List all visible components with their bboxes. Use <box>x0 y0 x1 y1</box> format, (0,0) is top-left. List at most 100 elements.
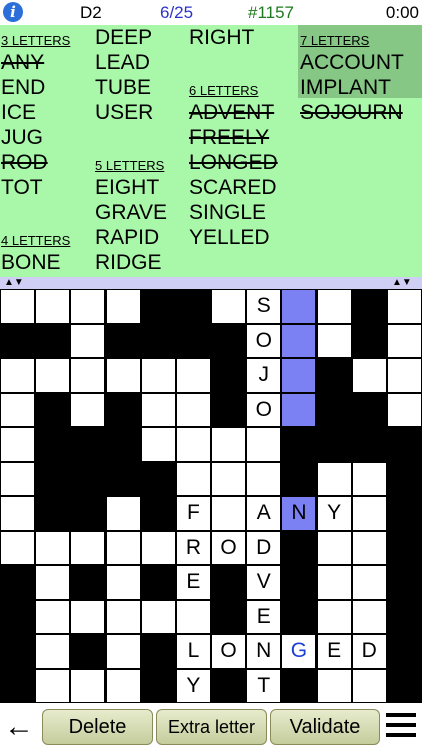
grid-cell[interactable] <box>106 497 140 530</box>
grid-cell[interactable] <box>141 393 175 426</box>
grid-cell[interactable] <box>282 393 316 426</box>
grid-cell[interactable] <box>387 290 421 323</box>
grid-cell[interactable] <box>1 393 35 426</box>
grid-cell[interactable] <box>36 669 70 702</box>
grid-cell[interactable] <box>282 324 316 357</box>
grid-cell[interactable] <box>1 497 35 530</box>
grid-cell[interactable]: O <box>212 531 246 564</box>
grid-cell[interactable]: N <box>282 497 316 530</box>
grid-cell[interactable] <box>141 359 175 392</box>
menu-icon[interactable] <box>386 713 416 741</box>
grid-cell[interactable] <box>141 600 175 633</box>
grid-cell[interactable] <box>1 531 35 564</box>
crossword-grid[interactable]: SOJOFANYRODEVELONGEDYT <box>0 289 422 703</box>
delete-button[interactable]: Delete <box>42 709 153 745</box>
grid-cell[interactable] <box>212 497 246 530</box>
grid-cell[interactable] <box>176 462 210 495</box>
grid-cell[interactable]: R <box>176 531 210 564</box>
grid-cell[interactable] <box>176 600 210 633</box>
grid-cell[interactable] <box>317 566 351 599</box>
grid-cell[interactable] <box>352 531 386 564</box>
grid-cell[interactable]: A <box>247 497 281 530</box>
grid-cell[interactable] <box>71 531 105 564</box>
grid-cell[interactable] <box>282 359 316 392</box>
grid-cell[interactable] <box>352 359 386 392</box>
grid-cell[interactable] <box>71 393 105 426</box>
grid-cell[interactable]: E <box>176 566 210 599</box>
grid-cell[interactable] <box>352 600 386 633</box>
grid-cell[interactable] <box>1 428 35 461</box>
grid-cell[interactable]: F <box>176 497 210 530</box>
grid-cell[interactable] <box>176 359 210 392</box>
grid-cell[interactable] <box>317 669 351 702</box>
grid-cell[interactable]: O <box>247 324 281 357</box>
grid-cell[interactable]: Y <box>176 669 210 702</box>
grid-cell[interactable] <box>1 359 35 392</box>
grid-cell[interactable] <box>352 669 386 702</box>
scroll-strip[interactable]: ▲▼ ▲▼ <box>0 277 422 289</box>
grid-cell[interactable] <box>317 600 351 633</box>
grid-cell[interactable]: D <box>247 531 281 564</box>
extra-letter-button[interactable]: Extra letter <box>156 709 267 745</box>
grid-cell[interactable]: Y <box>317 497 351 530</box>
grid-cell[interactable]: D <box>352 635 386 668</box>
grid-cell[interactable] <box>247 428 281 461</box>
grid-cell[interactable] <box>141 531 175 564</box>
grid-cell[interactable] <box>106 669 140 702</box>
grid-cell[interactable] <box>176 428 210 461</box>
grid-cell[interactable] <box>36 635 70 668</box>
grid-cell[interactable]: N <box>247 635 281 668</box>
grid-cell[interactable]: L <box>176 635 210 668</box>
grid-cell[interactable] <box>36 600 70 633</box>
grid-cell[interactable] <box>36 566 70 599</box>
grid-cell[interactable] <box>387 393 421 426</box>
grid-cell[interactable]: S <box>247 290 281 323</box>
grid-cell[interactable] <box>106 600 140 633</box>
grid-cell[interactable] <box>176 393 210 426</box>
grid-cell[interactable] <box>352 462 386 495</box>
grid-cell[interactable] <box>352 566 386 599</box>
grid-cell[interactable] <box>247 462 281 495</box>
word-list-item: LONGED <box>189 151 278 174</box>
down-arrow-icon[interactable]: ▲▼ <box>392 277 412 289</box>
grid-cell[interactable]: E <box>247 600 281 633</box>
grid-cell[interactable] <box>1 290 35 323</box>
grid-cell[interactable] <box>106 290 140 323</box>
grid-cell[interactable] <box>141 428 175 461</box>
grid-cell[interactable] <box>71 669 105 702</box>
grid-cell[interactable] <box>71 600 105 633</box>
grid-cell[interactable] <box>387 359 421 392</box>
grid-cell[interactable] <box>387 324 421 357</box>
grid-cell[interactable]: G <box>282 635 316 668</box>
grid-cell[interactable] <box>317 531 351 564</box>
grid-cell[interactable] <box>106 566 140 599</box>
info-icon[interactable]: i <box>3 2 23 22</box>
grid-cell[interactable] <box>106 531 140 564</box>
validate-button[interactable]: Validate <box>270 709 380 745</box>
grid-cell[interactable]: T <box>247 669 281 702</box>
grid-cell[interactable] <box>317 290 351 323</box>
grid-cell[interactable] <box>106 635 140 668</box>
grid-cell[interactable] <box>71 324 105 357</box>
grid-cell[interactable] <box>317 324 351 357</box>
back-arrow-icon[interactable]: ← <box>4 710 34 744</box>
grid-cell[interactable] <box>282 290 316 323</box>
grid-cell[interactable] <box>352 497 386 530</box>
grid-cell[interactable] <box>71 359 105 392</box>
grid-cell[interactable] <box>212 290 246 323</box>
up-arrow-icon[interactable]: ▲▼ <box>4 277 24 289</box>
grid-cell[interactable] <box>212 428 246 461</box>
grid-cell[interactable]: V <box>247 566 281 599</box>
grid-cell[interactable]: J <box>247 359 281 392</box>
grid-cell[interactable] <box>71 290 105 323</box>
grid-cell[interactable]: O <box>212 635 246 668</box>
grid-cell[interactable] <box>317 462 351 495</box>
grid-cell[interactable] <box>106 359 140 392</box>
grid-cell[interactable] <box>36 290 70 323</box>
grid-cell[interactable] <box>36 531 70 564</box>
grid-cell[interactable]: O <box>247 393 281 426</box>
grid-cell[interactable] <box>36 359 70 392</box>
grid-cell[interactable] <box>212 462 246 495</box>
grid-cell[interactable]: E <box>317 635 351 668</box>
grid-cell[interactable] <box>1 462 35 495</box>
